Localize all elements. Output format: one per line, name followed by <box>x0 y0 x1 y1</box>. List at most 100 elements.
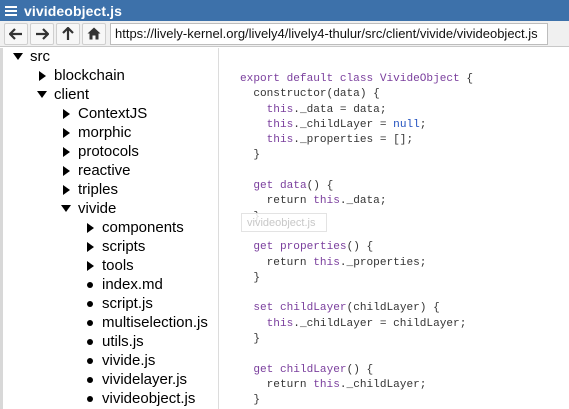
code-line: return this._childLayer; <box>240 378 473 393</box>
tree-file-item[interactable]: vivideobject.js <box>84 389 195 408</box>
code-line: this._data = data; <box>240 103 473 118</box>
code-line: get childLayer() { <box>240 363 473 378</box>
code-text[interactable]: export default class VivideObject { cons… <box>240 72 473 409</box>
code-token: ._childLayer = <box>293 118 394 131</box>
tree-file-item[interactable]: script.js <box>84 294 153 313</box>
tree-folder-item[interactable]: vivide <box>60 199 116 218</box>
triangle-right-icon[interactable] <box>60 184 72 196</box>
tree-folder-item[interactable]: tools <box>84 256 134 275</box>
code-token: this <box>266 118 294 131</box>
bullet-icon <box>87 319 93 326</box>
tree-file-item[interactable]: index.md <box>84 275 163 294</box>
tree-folder-item[interactable]: src <box>12 48 50 66</box>
forward-button[interactable] <box>30 22 54 45</box>
navigation-toolbar <box>0 21 569 47</box>
tree-folder-item[interactable]: client <box>36 85 89 104</box>
tree-item-label: tools <box>102 257 134 274</box>
tree-item-label: index.md <box>102 276 163 293</box>
tree-item-label: script.js <box>102 295 153 312</box>
code-line: export default class VivideObject { <box>240 72 473 87</box>
window-title: vivideobject.js <box>24 2 122 19</box>
triangle-right-icon[interactable] <box>60 108 72 120</box>
window-titlebar[interactable]: vivideobject.js <box>0 0 569 21</box>
triangle-right-icon[interactable] <box>60 165 72 177</box>
tree-item-label: vivide.js <box>102 352 156 369</box>
triangle-right-icon[interactable] <box>84 260 96 272</box>
tree-item-label: protocols <box>78 143 139 160</box>
tree-item-label: ContextJS <box>78 105 148 122</box>
tree-folder-item[interactable]: scripts <box>84 237 145 256</box>
home-button[interactable] <box>82 22 106 45</box>
tree-item-label: src <box>30 48 50 65</box>
triangle-right-icon[interactable] <box>60 127 72 139</box>
tree-folder-item[interactable]: morphic <box>60 123 131 142</box>
code-line: constructor(data) { <box>240 87 473 102</box>
tree-file-item[interactable]: vivide.js <box>84 351 155 370</box>
code-token: this <box>313 378 340 391</box>
url-input[interactable] <box>110 22 548 45</box>
code-line: get data() { <box>240 179 473 194</box>
triangle-right-icon[interactable] <box>36 70 48 82</box>
up-button[interactable] <box>56 22 80 45</box>
tree-folder-item[interactable]: components <box>84 218 184 237</box>
code-token: ._data = data; <box>293 103 387 116</box>
hamburger-icon[interactable] <box>0 0 22 21</box>
triangle-right-icon[interactable] <box>84 222 96 234</box>
code-token: get <box>253 180 274 193</box>
content-area: src blockchain client ContextJS morphic proto… <box>0 48 569 409</box>
tree-file-item[interactable]: vividelayer.js <box>84 370 187 389</box>
code-line: set childLayer(childLayer) { <box>240 301 473 316</box>
triangle-down-icon[interactable] <box>12 51 24 63</box>
bullet-icon <box>87 395 93 402</box>
code-line: } <box>240 271 473 286</box>
tree-item-label: morphic <box>78 124 132 141</box>
tree-item-label: vivideobject.js <box>102 390 196 407</box>
code-token: { <box>459 73 474 85</box>
code-line: } <box>240 393 473 408</box>
code-token: childLayer <box>279 363 347 376</box>
triangle-down-icon[interactable] <box>60 203 72 215</box>
code-token: this <box>313 195 340 208</box>
tree-item-label: vividelayer.js <box>102 371 188 388</box>
tree-folder-item[interactable]: protocols <box>60 142 139 161</box>
code-token: ._childLayer = childLayer; <box>293 317 467 330</box>
tree-item-label: utils.js <box>102 333 144 350</box>
tree-folder-item[interactable]: reactive <box>60 161 131 180</box>
bullet-icon <box>87 281 93 288</box>
code-token: () { <box>346 241 374 254</box>
code-token: ; <box>419 118 427 131</box>
code-token: constructor(data) { <box>240 88 380 101</box>
tree-folder-item[interactable]: triples <box>60 180 118 199</box>
code-token: ._data; <box>339 195 387 208</box>
back-button[interactable] <box>4 22 28 45</box>
tree-folder-item[interactable]: blockchain <box>36 66 125 85</box>
tree-file-item[interactable]: multiselection.js <box>84 313 208 332</box>
code-token: this <box>266 134 294 147</box>
bullet-icon <box>87 376 93 383</box>
tree-folder-item[interactable]: ContextJS <box>60 104 147 123</box>
triangle-right-icon[interactable] <box>60 146 72 158</box>
triangle-right-icon[interactable] <box>84 241 96 253</box>
triangle-down-icon[interactable] <box>36 89 48 101</box>
code-token: ._childLayer; <box>339 378 427 391</box>
home-icon <box>87 27 101 40</box>
code-token: return <box>240 378 314 391</box>
arrow-left-icon <box>9 27 22 40</box>
code-line: this._childLayer = childLayer; <box>240 317 473 332</box>
code-token: ._properties = []; <box>293 134 414 147</box>
code-token: childLayer <box>279 302 347 315</box>
tree-item-label: reactive <box>78 162 131 179</box>
code-token: this <box>266 317 294 330</box>
arrow-up-icon <box>62 26 74 40</box>
file-tree[interactable]: src blockchain client ContextJS morphic proto… <box>0 48 219 409</box>
code-line: this._childLayer = null; <box>240 118 473 133</box>
code-token: () { <box>346 363 374 376</box>
tree-scrollbar[interactable] <box>0 48 3 409</box>
tree-file-item[interactable]: utils.js <box>84 332 144 351</box>
